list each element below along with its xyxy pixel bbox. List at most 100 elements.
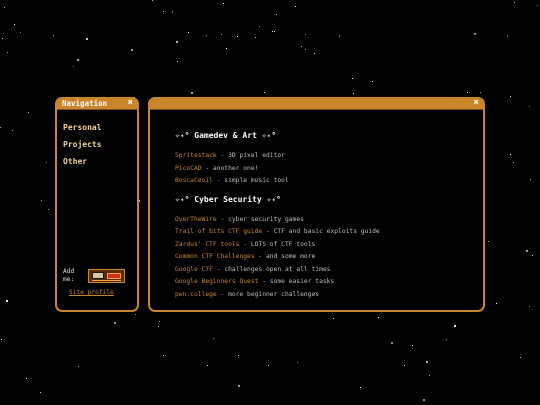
nav-link-personal[interactable]: Personal — [63, 119, 102, 136]
link-zardus[interactable]: Zardus' CTF tools — [175, 241, 239, 248]
star — [238, 355, 239, 356]
nav-link-projects[interactable]: Projects — [63, 136, 102, 153]
navigation-titlebar: Navigation ✖ — [57, 98, 137, 110]
star — [378, 317, 379, 318]
link-boscaceoil[interactable]: BoscaCeoil — [175, 177, 213, 184]
section-heading-cyber: ✧˖° Cyber Security ✧˖° — [175, 194, 281, 204]
star — [2, 38, 3, 39]
star — [188, 32, 189, 33]
star — [226, 48, 227, 49]
list-item: Zardus' CTF tools - LOTS of CTF tools — [175, 239, 475, 252]
star — [520, 357, 521, 358]
close-icon[interactable]: ✖ — [474, 98, 479, 109]
star — [532, 255, 533, 256]
star — [423, 399, 425, 401]
item-desc: - 3D pixel editor — [216, 152, 285, 159]
star — [40, 392, 41, 393]
link-pwn-college[interactable]: pwn.college — [175, 291, 217, 298]
star — [1, 339, 2, 340]
star — [264, 92, 265, 93]
link-trail-of-bits[interactable]: Trail of bits CTF guide — [175, 228, 262, 235]
star — [305, 34, 306, 35]
star — [135, 314, 136, 315]
list-item: PicoCAD - another one! — [175, 163, 475, 176]
star — [207, 365, 208, 366]
star — [6, 300, 8, 302]
item-desc: - cyber security games — [216, 215, 304, 223]
star — [474, 33, 476, 35]
star — [163, 11, 164, 12]
item-desc: - and some more — [254, 253, 316, 260]
star — [0, 127, 1, 128]
star — [530, 179, 531, 180]
star — [529, 106, 530, 107]
star — [28, 112, 29, 113]
star — [114, 322, 116, 324]
star — [507, 36, 508, 37]
star — [496, 303, 497, 304]
88x31-button-icon[interactable] — [88, 269, 125, 283]
star — [404, 365, 405, 366]
navigation-window: Navigation ✖ Personal Projects Other Add… — [55, 97, 139, 312]
star — [131, 49, 133, 51]
star — [206, 35, 207, 36]
item-desc: - another one! — [201, 164, 259, 172]
star — [276, 14, 277, 15]
star — [86, 38, 88, 40]
section-heading-gamedev: ✧˖° Gamedev & Art ✧˖° — [175, 131, 277, 140]
link-common-ctf[interactable]: Common CTF Challenges — [175, 253, 255, 260]
star — [295, 6, 296, 7]
site-profile-link[interactable]: Site profile — [69, 289, 114, 296]
star — [41, 200, 42, 201]
star — [20, 32, 21, 33]
star — [255, 37, 256, 38]
link-google-beginners[interactable]: Google Beginners Quest — [175, 278, 258, 285]
badge-part — [92, 272, 104, 279]
star — [510, 154, 511, 155]
link-picocad[interactable]: PicoCAD — [175, 165, 202, 172]
star — [412, 345, 413, 346]
item-desc: - simple music tool — [212, 177, 289, 184]
star — [48, 209, 49, 210]
list-item: Spritestack - 3D pixel editor — [175, 150, 475, 163]
star — [191, 92, 193, 94]
star — [537, 5, 538, 6]
star — [159, 321, 160, 322]
nav-links: Personal Projects Other — [63, 119, 102, 170]
item-desc: - LOTS of CTF tools — [239, 240, 316, 248]
star — [333, 318, 334, 319]
star — [352, 78, 353, 79]
star — [305, 49, 306, 50]
star — [454, 325, 456, 327]
star — [163, 355, 164, 356]
list-item: Trail of bits CTF guide - CTF and basic … — [175, 226, 475, 239]
star — [259, 26, 260, 27]
star — [360, 387, 361, 388]
star — [46, 162, 47, 163]
list-item: pwn.college - more beginner challenges — [175, 289, 475, 302]
star — [372, 81, 373, 82]
list-item: OverTheWire - cyber security games — [175, 214, 475, 227]
star — [314, 53, 315, 54]
item-desc: - some easier tasks — [258, 278, 335, 285]
link-spritestack[interactable]: Spritestack — [175, 152, 217, 159]
star — [221, 34, 222, 35]
star — [4, 7, 5, 8]
nav-link-other[interactable]: Other — [63, 153, 102, 170]
star — [513, 162, 514, 163]
star — [172, 11, 173, 12]
star — [510, 96, 511, 97]
list-item: BoscaCeoil - simple music tool — [175, 175, 475, 188]
star — [268, 365, 269, 366]
list-item: Common CTF Challenges - and some more — [175, 251, 475, 264]
list-item: Google CTF - challenges open at all time… — [175, 264, 475, 277]
close-icon[interactable]: ✖ — [128, 98, 133, 109]
link-google-ctf[interactable]: Google CTF — [175, 266, 213, 273]
link-overthewire[interactable]: OverTheWire — [175, 216, 217, 223]
item-desc: - more beginner challenges — [216, 290, 320, 298]
content-titlebar: ✖ — [150, 98, 483, 110]
add-me-label: Add me: — [63, 268, 75, 283]
star — [526, 250, 528, 252]
star — [237, 36, 238, 37]
star — [177, 61, 178, 62]
